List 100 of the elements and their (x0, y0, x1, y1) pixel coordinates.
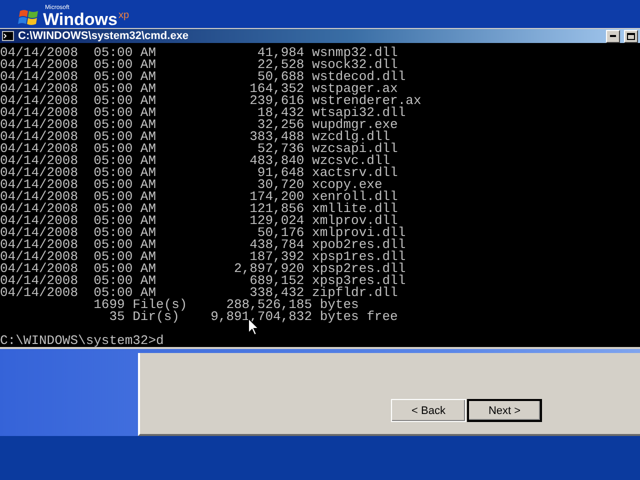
flag-icon (18, 8, 40, 28)
file-size: 91,648 (257, 167, 304, 179)
file-name: wstpager.ax (312, 83, 398, 95)
file-time: 05:00 AM (94, 263, 156, 275)
file-time: 05:00 AM (94, 191, 156, 203)
file-date: 04/14/2008 (0, 191, 80, 203)
summary-size: 288,526,185 (226, 299, 312, 311)
file-size: 121,856 (248, 203, 304, 215)
file-name: xmlprovi.dll (312, 227, 407, 239)
file-time: 05:00 AM (94, 287, 156, 299)
file-time: 05:00 AM (94, 131, 156, 143)
file-name: zipfldr.dll (312, 287, 398, 299)
file-time: 05:00 AM (94, 227, 156, 239)
file-name: xenroll.dll (312, 191, 399, 203)
file-date: 04/14/2008 (0, 143, 80, 155)
next-button[interactable]: Next > (467, 399, 542, 422)
file-size: 383,488 (248, 131, 304, 143)
file-name: wzcsapi.dll (312, 143, 399, 155)
file-name: xpsp2res.dll (312, 263, 407, 275)
file-name: xcopy.exe (312, 179, 382, 191)
summary-unit: bytes (320, 299, 359, 311)
back-button[interactable]: < Back (391, 399, 466, 422)
file-size: 2,897,920 (233, 263, 304, 275)
file-size: 22,528 (256, 59, 304, 71)
file-date: 04/14/2008 (0, 47, 80, 59)
file-date: 04/14/2008 (0, 131, 80, 143)
file-size: 129,024 (248, 215, 304, 227)
file-time: 05:00 AM (94, 203, 156, 215)
file-size: 50,688 (257, 71, 304, 83)
console-icon (2, 31, 14, 41)
file-name: wsnmp32.dll (312, 47, 399, 59)
file-time: 05:00 AM (94, 95, 156, 107)
file-size: 30,720 (257, 179, 304, 191)
file-size: 18,432 (257, 107, 304, 119)
file-name: xmllite.dll (312, 203, 399, 215)
file-time: 05:00 AM (94, 119, 156, 131)
file-time: 05:00 AM (94, 59, 156, 71)
file-date: 04/14/2008 (0, 275, 80, 287)
file-time: 05:00 AM (94, 251, 156, 263)
file-date: 04/14/2008 (0, 155, 80, 167)
file-date: 04/14/2008 (0, 119, 80, 131)
command-prompt[interactable]: C:\WINDOWS\system32>d (0, 335, 164, 347)
file-name: xmlprov.dll (312, 215, 398, 227)
file-name: wupdmgr.exe (312, 119, 398, 131)
file-size: 689,152 (250, 275, 304, 287)
file-date: 04/14/2008 (0, 263, 80, 275)
file-date: 04/14/2008 (0, 227, 80, 239)
file-time: 05:00 AM (94, 275, 156, 287)
file-name: wtsapi32.dll (312, 107, 407, 119)
file-date: 04/14/2008 (0, 287, 80, 299)
summary-label: File(s) (132, 299, 188, 311)
file-size: 41,984 (256, 47, 304, 59)
summary-count: 35 (108, 311, 125, 323)
file-time: 05:00 AM (94, 143, 156, 155)
file-size: 32,256 (257, 119, 304, 131)
file-date: 04/14/2008 (0, 203, 80, 215)
file-time: 05:00 AM (94, 47, 156, 59)
file-name: xpsp3res.dll (312, 275, 407, 287)
minimize-button[interactable] (606, 30, 620, 42)
file-date: 04/14/2008 (0, 95, 80, 107)
summary-unit: bytes free (320, 311, 399, 323)
maximize-button[interactable] (624, 30, 638, 42)
file-size: 187,392 (250, 251, 304, 263)
file-date: 04/14/2008 (0, 179, 80, 191)
file-name: wstdecod.dll (312, 71, 407, 83)
file-name: xpob2res.dll (312, 239, 407, 251)
file-time: 05:00 AM (94, 215, 156, 227)
file-date: 04/14/2008 (0, 83, 80, 95)
file-time: 05:00 AM (94, 83, 156, 95)
file-date: 04/14/2008 (0, 239, 80, 251)
file-name: xactsrv.dll (312, 167, 399, 179)
file-date: 04/14/2008 (0, 215, 80, 227)
file-name: wzcsvc.dll (312, 155, 390, 167)
maximize-icon (627, 32, 635, 40)
file-time: 05:00 AM (94, 179, 156, 191)
file-name: wstrenderer.ax (312, 95, 422, 107)
file-name: wzcdlg.dll (312, 131, 390, 143)
file-size: 338,432 (250, 287, 304, 299)
file-size: 239,616 (248, 95, 304, 107)
window-title: C:\WINDOWS\system32\cmd.exe (18, 30, 189, 42)
file-name: xpsp1res.dll (312, 251, 407, 263)
file-size: 52,736 (257, 143, 304, 155)
file-date: 04/14/2008 (0, 107, 80, 119)
file-time: 05:00 AM (94, 71, 156, 83)
file-time: 05:00 AM (94, 107, 156, 119)
summary-label: Dir(s) (132, 311, 180, 323)
summary-count: 1699 (92, 299, 125, 311)
file-size: 164,352 (248, 83, 304, 95)
file-time: 05:00 AM (94, 155, 156, 167)
file-time: 05:00 AM (94, 239, 156, 251)
file-size: 174,200 (248, 191, 304, 203)
file-size: 438,784 (248, 239, 304, 251)
file-size: 50,176 (257, 227, 304, 239)
file-time: 05:00 AM (94, 167, 156, 179)
minimize-icon (610, 35, 616, 37)
file-date: 04/14/2008 (0, 167, 80, 179)
file-size: 483,840 (248, 155, 304, 167)
summary-size: 9,891,704,832 (210, 311, 312, 323)
file-date: 04/14/2008 (0, 59, 80, 71)
file-name: wsock32.dll (312, 59, 398, 71)
